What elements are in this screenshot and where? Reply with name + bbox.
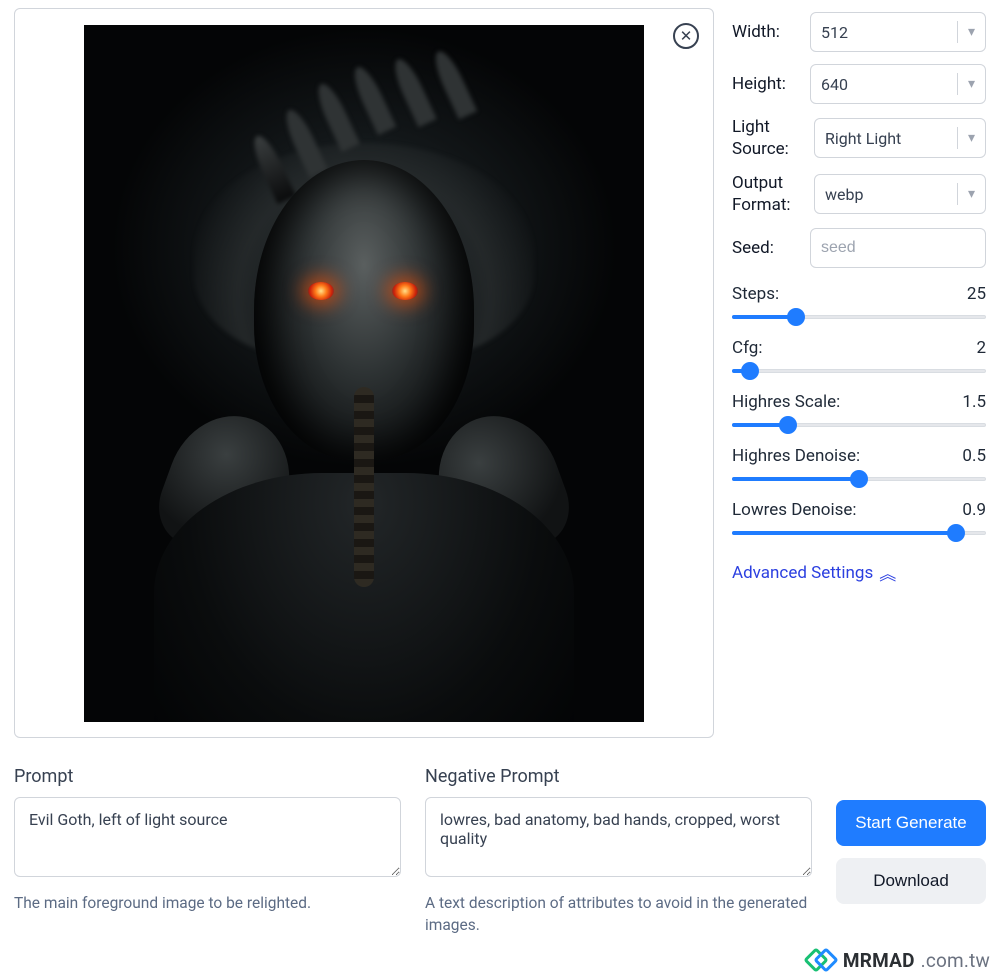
watermark-suffix: .com.tw — [921, 949, 990, 972]
mrmad-logo-icon — [807, 951, 837, 971]
negative-prompt-textarea[interactable] — [425, 797, 812, 877]
close-icon[interactable]: ✕ — [673, 23, 699, 49]
generated-image — [84, 25, 644, 722]
watermark: MRMAD .com.tw — [807, 949, 990, 972]
watermark-brand: MRMAD — [843, 949, 915, 972]
seed-input[interactable] — [821, 239, 975, 257]
chevron-down-icon: ▾ — [960, 24, 975, 40]
prompt-label: Prompt — [14, 766, 401, 787]
cfg-slider[interactable] — [732, 366, 986, 376]
seed-label: Seed: — [732, 238, 798, 258]
highres-scale-value: 1.5 — [962, 392, 986, 412]
advanced-settings-toggle[interactable]: Advanced Settings ︽ — [732, 560, 986, 585]
seed-input-wrap[interactable] — [810, 228, 986, 268]
negative-prompt-help: A text description of attributes to avoi… — [425, 893, 812, 936]
start-generate-button[interactable]: Start Generate — [836, 800, 986, 846]
steps-label: Steps: — [732, 284, 779, 304]
highres-denoise-value: 0.5 — [962, 446, 986, 466]
width-value: 512 — [821, 23, 848, 42]
lowres-denoise-value: 0.9 — [962, 500, 986, 520]
steps-value: 25 — [967, 284, 986, 304]
output-format-select[interactable]: webp ▾ — [814, 174, 986, 214]
light-source-value: Right Light — [825, 129, 901, 148]
advanced-settings-label: Advanced Settings — [732, 563, 873, 583]
chevron-down-icon: ▾ — [960, 76, 975, 92]
lowres-denoise-label: Lowres Denoise: — [732, 500, 857, 520]
width-select[interactable]: 512 ▾ — [810, 12, 986, 52]
height-label: Height: — [732, 74, 798, 94]
highres-scale-slider[interactable] — [732, 420, 986, 430]
highres-denoise-label: Highres Denoise: — [732, 446, 860, 466]
image-preview-panel: ✕ — [14, 8, 714, 738]
output-format-value: webp — [825, 185, 863, 204]
lowres-denoise-slider[interactable] — [732, 528, 986, 538]
cfg-value: 2 — [976, 338, 986, 358]
chevron-double-up-icon: ︽ — [879, 560, 896, 585]
download-button[interactable]: Download — [836, 858, 986, 904]
light-source-select[interactable]: Right Light ▾ — [814, 118, 986, 158]
negative-prompt-label: Negative Prompt — [425, 766, 812, 787]
prompt-textarea[interactable] — [14, 797, 401, 877]
height-value: 640 — [821, 75, 848, 94]
highres-scale-label: Highres Scale: — [732, 392, 840, 412]
height-select[interactable]: 640 ▾ — [810, 64, 986, 104]
steps-slider[interactable] — [732, 312, 986, 322]
highres-denoise-slider[interactable] — [732, 474, 986, 484]
prompt-help: The main foreground image to be relighte… — [14, 893, 401, 915]
width-label: Width: — [732, 22, 798, 42]
cfg-label: Cfg: — [732, 338, 762, 358]
output-format-label: Output Format: — [732, 172, 802, 216]
chevron-down-icon: ▾ — [960, 130, 975, 146]
light-source-label: Light Source: — [732, 116, 802, 160]
settings-panel: Width: 512 ▾ Height: 640 ▾ Light Source:… — [732, 8, 986, 738]
chevron-down-icon: ▾ — [960, 186, 975, 202]
